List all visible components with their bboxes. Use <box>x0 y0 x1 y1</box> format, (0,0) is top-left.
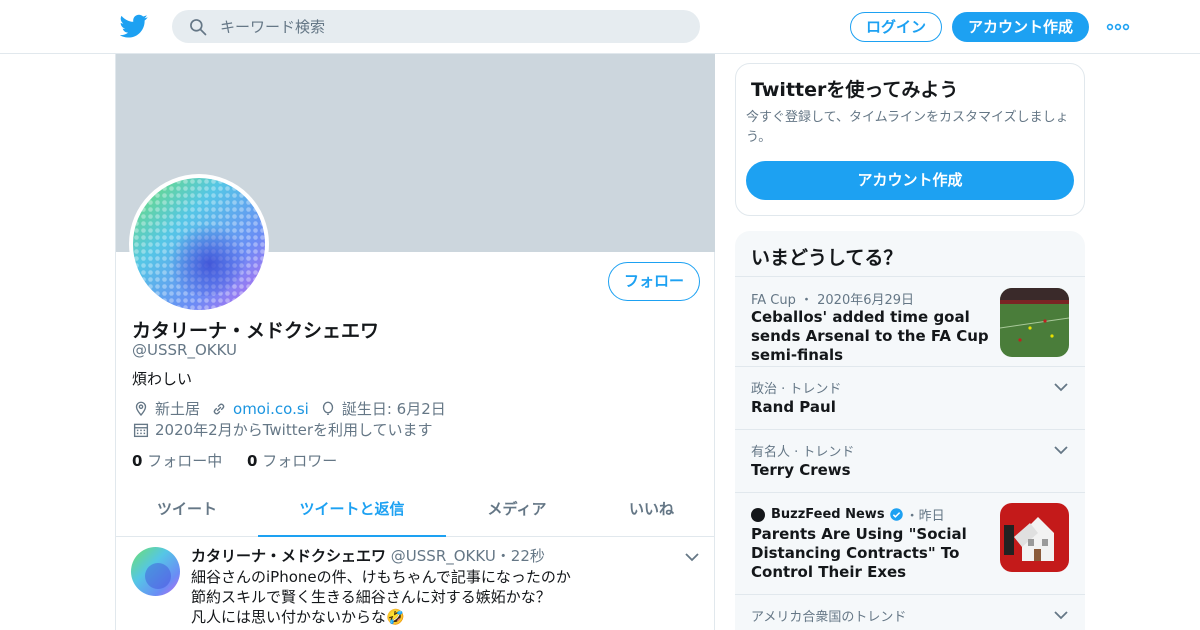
tweet-line: 細谷さんのiPhoneの件、けもちゃんで記事になったのか <box>191 568 571 586</box>
profile-joined: 2020年2月からTwitterを利用しています <box>132 419 443 440</box>
trends-card: いまどうしてる？ FA Cup ・ 2020年6月29日 Ceballos' a… <box>735 231 1085 630</box>
trend-thumbnail <box>1000 288 1069 357</box>
follow-button[interactable]: フォロー <box>608 262 700 301</box>
profile-tabs: ツイート ツイートと返信 メディア いいね <box>116 486 715 537</box>
link-icon <box>213 403 225 414</box>
profile-column: フォロー カタリーナ・メドクシェエワ @USSR_OKKU 煩わしい 新土居 o… <box>115 54 715 630</box>
tab-tweets-and-replies[interactable]: ツイートと返信 <box>258 486 446 537</box>
trend-item[interactable]: アメリカ合衆国のトレンド <box>735 594 1085 630</box>
top-bar: ログイン アカウント作成 <box>0 0 1200 54</box>
tweet-avatar-image <box>131 547 180 596</box>
trend-title: Parents Are Using "Social Distancing Con… <box>751 525 967 581</box>
tweet-author-name[interactable]: カタリーナ・メドクシェエワ <box>191 547 386 565</box>
trend-item[interactable]: BuzzFeed News ・昨日 Parents Are Using "Soc… <box>735 492 1085 594</box>
trend-category: アメリカ合衆国のトレンド <box>751 610 907 625</box>
trend-item[interactable]: 有名人 · トレンド Terry Crews <box>735 429 1085 492</box>
signup-card-button[interactable]: アカウント作成 <box>746 161 1074 200</box>
birthday: 誕生日: 6月2日 <box>319 398 446 419</box>
tweet-text: 細谷さんのiPhoneの件、けもちゃんで記事になったのか 節約スキルで賢く生きる… <box>191 567 571 627</box>
search-icon <box>190 19 207 36</box>
tweet-menu-chevron-icon[interactable] <box>684 551 700 563</box>
balloon-icon <box>322 401 334 415</box>
profile-avatar[interactable] <box>129 174 269 314</box>
trend-title: Rand Paul <box>751 398 836 416</box>
trend-thumbnail <box>1000 503 1069 572</box>
followers-stat[interactable]: 0 フォロワー <box>247 452 337 470</box>
followers-count: 0 <box>247 452 258 470</box>
trend-item[interactable]: FA Cup ・ 2020年6月29日 Ceballos' added time… <box>735 276 1085 366</box>
signup-card-title: Twitterを使ってみよう <box>751 79 959 101</box>
following-stat[interactable]: 0 フォロー中 <box>132 452 222 470</box>
calendar-icon <box>133 423 149 437</box>
chevron-down-icon[interactable] <box>1053 381 1069 393</box>
profile-bio: 煩わしい <box>132 370 193 388</box>
avatar-image <box>133 178 265 310</box>
trend-category: 政治 · トレンド <box>751 382 842 397</box>
joined-text: 2020年2月からTwitterを利用しています <box>155 421 433 439</box>
website-link[interactable]: omoi.co.si <box>233 400 309 418</box>
tweet-line: 凡人には思い付かないからな🤣 <box>191 608 405 626</box>
followers-label: フォロワー <box>262 452 338 470</box>
following-count: 0 <box>132 452 143 470</box>
profile-name: カタリーナ・メドクシェエワ <box>132 320 380 342</box>
trend-category: FA Cup ・ 2020年6月29日 <box>751 293 915 308</box>
signup-card-description: 今すぐ登録して、タイムラインをカスタマイズしましょう。 <box>746 110 1069 145</box>
verified-badge-icon <box>889 508 903 521</box>
signup-button[interactable]: アカウント作成 <box>952 12 1089 42</box>
tweet-time[interactable]: ・22秒 <box>496 547 545 565</box>
tweet[interactable]: カタリーナ・メドクシェエワ @USSR_OKKU・22秒 細谷さんのiPhone… <box>116 537 715 630</box>
trend-item[interactable]: 政治 · トレンド Rand Paul <box>735 366 1085 429</box>
house-illustration-image <box>1000 503 1069 572</box>
tab-media[interactable]: メディア <box>446 486 588 537</box>
tweet-avatar[interactable] <box>131 547 180 596</box>
joined: 2020年2月からTwitterを利用しています <box>132 419 433 440</box>
more-options-icon[interactable] <box>1106 17 1130 37</box>
signup-card: Twitterを使ってみよう 今すぐ登録して、タイムラインをカスタマイズしましょ… <box>735 63 1085 216</box>
tab-tweets[interactable]: ツイート <box>116 486 258 537</box>
location: 新土居 <box>132 398 200 419</box>
tab-likes[interactable]: いいね <box>588 486 715 537</box>
location-pin-icon <box>135 401 147 416</box>
location-text: 新土居 <box>155 400 201 418</box>
search-box[interactable] <box>172 10 700 43</box>
trend-title: Ceballos' added time goal sends Arsenal … <box>751 308 989 364</box>
tweet-header: カタリーナ・メドクシェエワ @USSR_OKKU・22秒 <box>191 545 545 566</box>
tweet-line: 節約スキルで賢く生きる細谷さんに対する嫉妬かな？ <box>191 588 551 606</box>
tweet-author-handle[interactable]: @USSR_OKKU <box>391 547 496 565</box>
profile-meta: 新土居 omoi.co.si 誕生日: 6月2日 <box>132 398 456 419</box>
website[interactable]: omoi.co.si <box>210 400 309 418</box>
search-input[interactable] <box>220 10 680 43</box>
chevron-down-icon[interactable] <box>1053 444 1069 456</box>
chevron-down-icon[interactable] <box>1053 609 1069 621</box>
trends-title: いまどうしてる？ <box>751 247 903 269</box>
login-button[interactable]: ログイン <box>850 12 942 42</box>
trend-category: 有名人 · トレンド <box>751 445 855 460</box>
following-label: フォロー中 <box>147 452 223 470</box>
buzzfeed-logo-icon <box>751 507 765 522</box>
twitter-bird-icon[interactable] <box>120 12 148 40</box>
trend-source-name: BuzzFeed News <box>771 507 885 522</box>
follow-counts: 0 フォロー中 0 フォロワー <box>132 450 337 471</box>
birthday-text: 誕生日: 6月2日 <box>341 400 446 418</box>
profile-handle[interactable]: @USSR_OKKU <box>132 341 237 359</box>
trend-time: ・昨日 <box>905 509 945 524</box>
trend-source: BuzzFeed News ・昨日 <box>751 505 945 524</box>
trend-title: Terry Crews <box>751 461 851 479</box>
football-pitch-image <box>1000 288 1069 357</box>
